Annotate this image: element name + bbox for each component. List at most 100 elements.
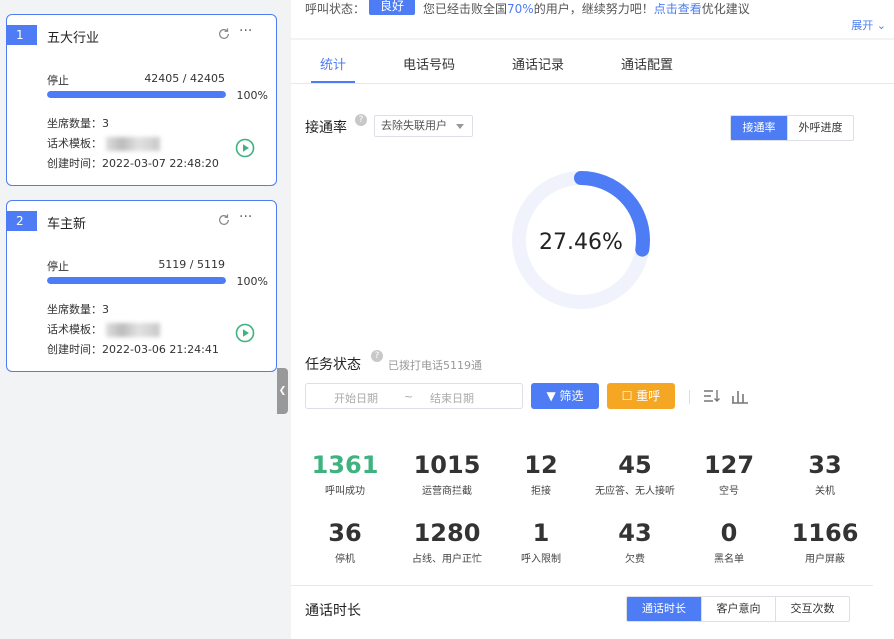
statistics-panel: 统计 电话号码 通话记录 通话配置 接通率 ? 去除失联用户 接通率 外呼进度 … [291,40,894,639]
chevron-down-icon: ⌄ [876,19,886,32]
task-created: 创建时间：2022-03-07 22:48:20 [47,157,219,170]
help-icon[interactable]: ? [355,114,367,126]
stat-value: 0 [720,519,738,547]
date-separator: ~ [404,390,414,403]
filter-icon: ▼ [546,389,556,403]
call-status-badge: 良好 [369,0,415,15]
task-list-panel: 1 五大行业 ··· 停止 42405 / 42405 100% 坐席数量：3 … [0,0,280,639]
stat-item: 1361 呼叫成功 [305,452,385,497]
stat-caption: 占线、用户正忙 [412,554,482,565]
task-percent: 100% [236,89,268,102]
task-count: 5119 / 5119 [158,258,225,271]
stat-value: 1166 [791,519,859,547]
stat-value: 12 [524,451,558,479]
blurred-template-name [106,137,160,151]
stat-item: 1166 用户屏蔽 [785,520,865,565]
bar-chart-icon[interactable] [731,388,749,404]
stat-value: 36 [328,519,362,547]
play-icon[interactable] [235,138,255,158]
connect-rate-value: 27.46% [539,230,623,255]
stat-item: 36 停机 [305,520,385,565]
seg-connect-rate[interactable]: 接通率 [731,116,787,140]
tab-phone-numbers[interactable]: 电话号码 [403,54,455,73]
task-status: 停止 [47,260,69,273]
call-duration-title: 通话时长 [305,603,361,619]
connect-rate-title: 接通率 [305,120,347,136]
call-status-bar: 呼叫状态： 良好 您已经击败全国70%的用户，继续努力吧！点击查看优化建议 展开… [291,0,894,38]
task-created: 创建时间：2022-03-06 21:24:41 [47,343,219,356]
collapse-panel-handle[interactable]: ❮ [277,368,288,414]
more-icon[interactable]: ··· [239,23,252,39]
refresh-icon[interactable] [217,27,231,41]
seg-call-duration[interactable]: 通话时长 [627,597,701,621]
task-percent: 100% [236,275,268,288]
play-icon[interactable] [235,323,255,343]
stat-caption: 拒接 [531,486,551,497]
stat-caption: 用户屏蔽 [805,554,845,565]
sort-icon[interactable] [703,388,721,404]
stat-item: 43 欠费 [595,520,675,565]
chevron-left-icon: ❮ [278,386,287,396]
task-progress-bar [47,91,226,98]
stat-caption: 停机 [335,554,355,565]
stat-item: 127 空号 [689,452,769,497]
task-index-badge: 2 [7,211,37,231]
duration-mode-toggle: 通话时长 客户意向 交互次数 [626,596,850,622]
stat-item: 1280 占线、用户正忙 [407,520,487,565]
task-status-title: 任务状态 [305,357,361,373]
tab-call-config[interactable]: 通话配置 [621,54,673,73]
expand-toggle[interactable]: 展开 ⌄ [851,17,886,33]
task-seats: 坐席数量：3 [47,117,109,130]
end-date-input[interactable]: 结束日期 [430,390,474,406]
stat-caption: 黑名单 [714,554,744,565]
tab-call-records[interactable]: 通话记录 [512,54,564,73]
task-card[interactable]: 1 五大行业 ··· 停止 42405 / 42405 100% 坐席数量：3 … [6,14,277,186]
active-tab-indicator [311,81,355,83]
stat-caption: 关机 [815,486,835,497]
seg-interaction-count[interactable]: 交互次数 [775,597,849,621]
task-status: 停止 [47,74,69,87]
stat-value: 1015 [413,451,481,479]
stat-caption: 无应答、无人接听 [595,486,675,497]
refresh-icon[interactable] [217,213,231,227]
blurred-template-name [106,323,160,337]
stat-item: 0 黑名单 [689,520,769,565]
stat-item: 45 无应答、无人接听 [595,452,675,497]
stat-caption: 运营商拦截 [422,486,472,497]
more-icon[interactable]: ··· [239,209,252,225]
stat-item: 33 关机 [785,452,865,497]
start-date-input[interactable]: 开始日期 [334,390,378,406]
divider [291,585,873,586]
view-suggestions-link[interactable]: 点击查看 [654,2,702,16]
tab-statistics[interactable]: 统计 [320,54,346,73]
stat-caption: 呼叫成功 [325,486,365,497]
stat-value: 45 [618,451,652,479]
stat-value: 43 [618,519,652,547]
seg-call-progress[interactable]: 外呼进度 [787,116,853,140]
tab-bar: 统计 电话号码 通话记录 通话配置 [291,40,894,84]
task-progress-bar [47,277,226,284]
stat-item: 12 拒接 [501,452,581,497]
stat-item: 1 呼入限制 [501,520,581,565]
stat-value: 1280 [413,519,481,547]
user-filter-select[interactable]: 去除失联用户 [374,115,473,137]
stat-caption: 空号 [719,486,739,497]
task-seats: 坐席数量：3 [47,303,109,316]
date-range-picker[interactable]: 开始日期 ~ 结束日期 [305,383,523,409]
call-status-message: 您已经击败全国70%的用户，继续努力吧！点击查看优化建议 [423,2,750,16]
task-card[interactable]: 2 车主新 ··· 停止 5119 / 5119 100% 坐席数量：3 话术模… [6,200,277,372]
stat-caption: 呼入限制 [521,554,561,565]
stat-value: 1361 [311,451,379,479]
stat-caption: 欠费 [625,554,645,565]
task-name: 五大行业 [47,31,100,46]
help-icon[interactable]: ? [371,350,383,362]
filter-button[interactable]: ▼ 筛选 [531,383,599,409]
stat-value: 1 [532,519,550,547]
stat-value: 127 [703,451,755,479]
caret-down-icon [456,124,464,129]
seg-customer-intent[interactable]: 客户意向 [701,597,775,621]
divider [689,390,690,404]
connect-mode-toggle: 接通率 外呼进度 [730,115,854,141]
recall-button[interactable]: ☐ 重呼 [607,383,675,409]
task-count: 42405 / 42405 [144,72,225,85]
